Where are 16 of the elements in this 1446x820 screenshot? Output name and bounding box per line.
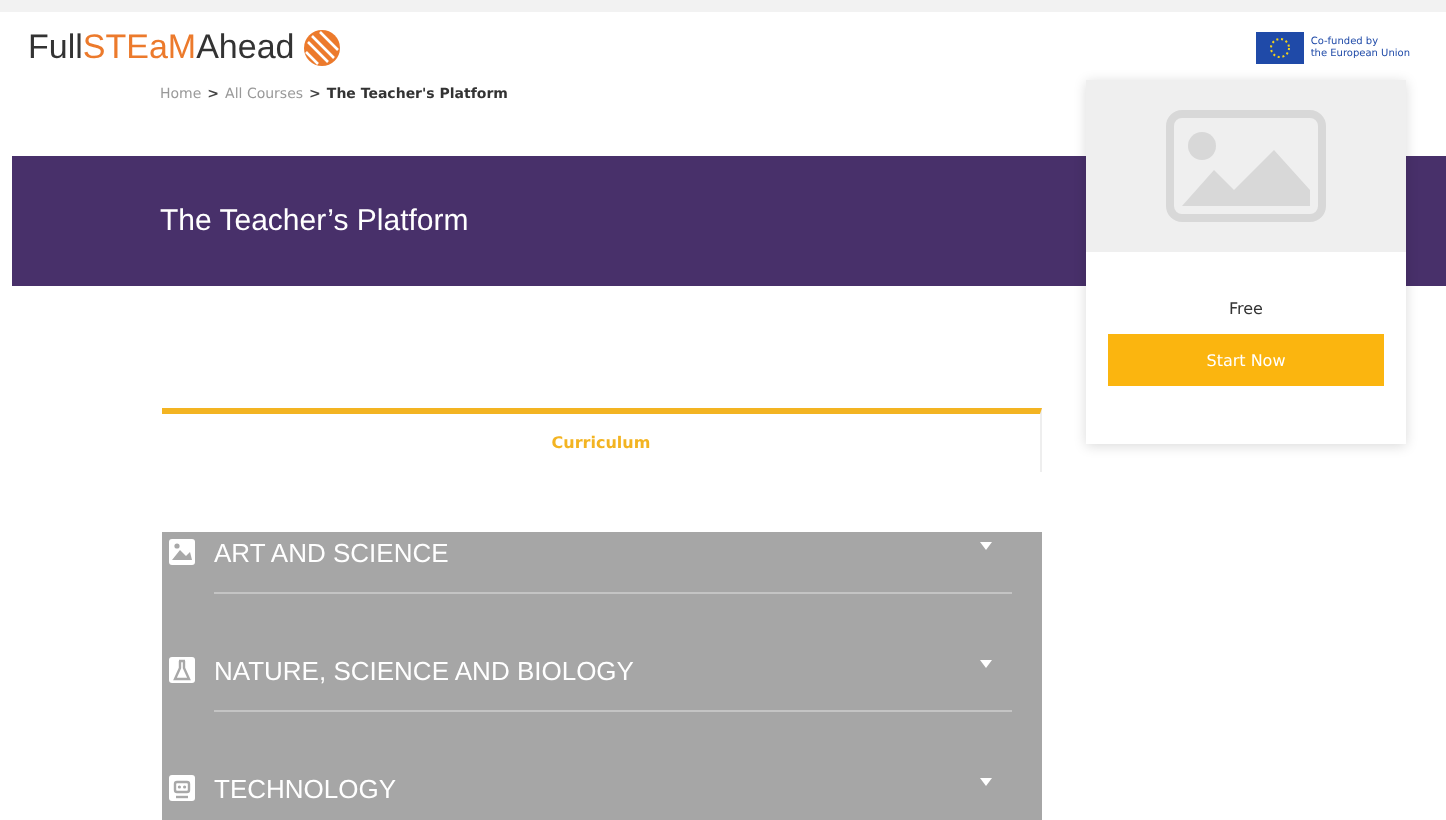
curriculum-tab[interactable]: Curriculum (162, 408, 1042, 472)
caret-icon[interactable] (980, 778, 992, 786)
caret-icon[interactable] (980, 542, 992, 550)
section-title[interactable]: TECHNOLOGY (214, 773, 980, 803)
section-title[interactable]: ART AND SCIENCE (214, 537, 980, 567)
section-title[interactable]: NATURE, SCIENCE AND BIOLOGY (214, 655, 980, 685)
site-logo[interactable]: FullSTEaMAhead (28, 28, 295, 68)
price-label: Free (1227, 300, 1265, 318)
striped-ball-icon (302, 28, 343, 68)
picture-icon (168, 538, 196, 566)
caret-icon[interactable] (980, 660, 992, 668)
flask-icon (168, 656, 196, 684)
start-now-button[interactable]: Start Now (1108, 334, 1384, 386)
course-title: The Teacher’s Platform (160, 204, 469, 238)
eu-flag-icon (1256, 32, 1305, 64)
robot-icon (168, 774, 196, 802)
